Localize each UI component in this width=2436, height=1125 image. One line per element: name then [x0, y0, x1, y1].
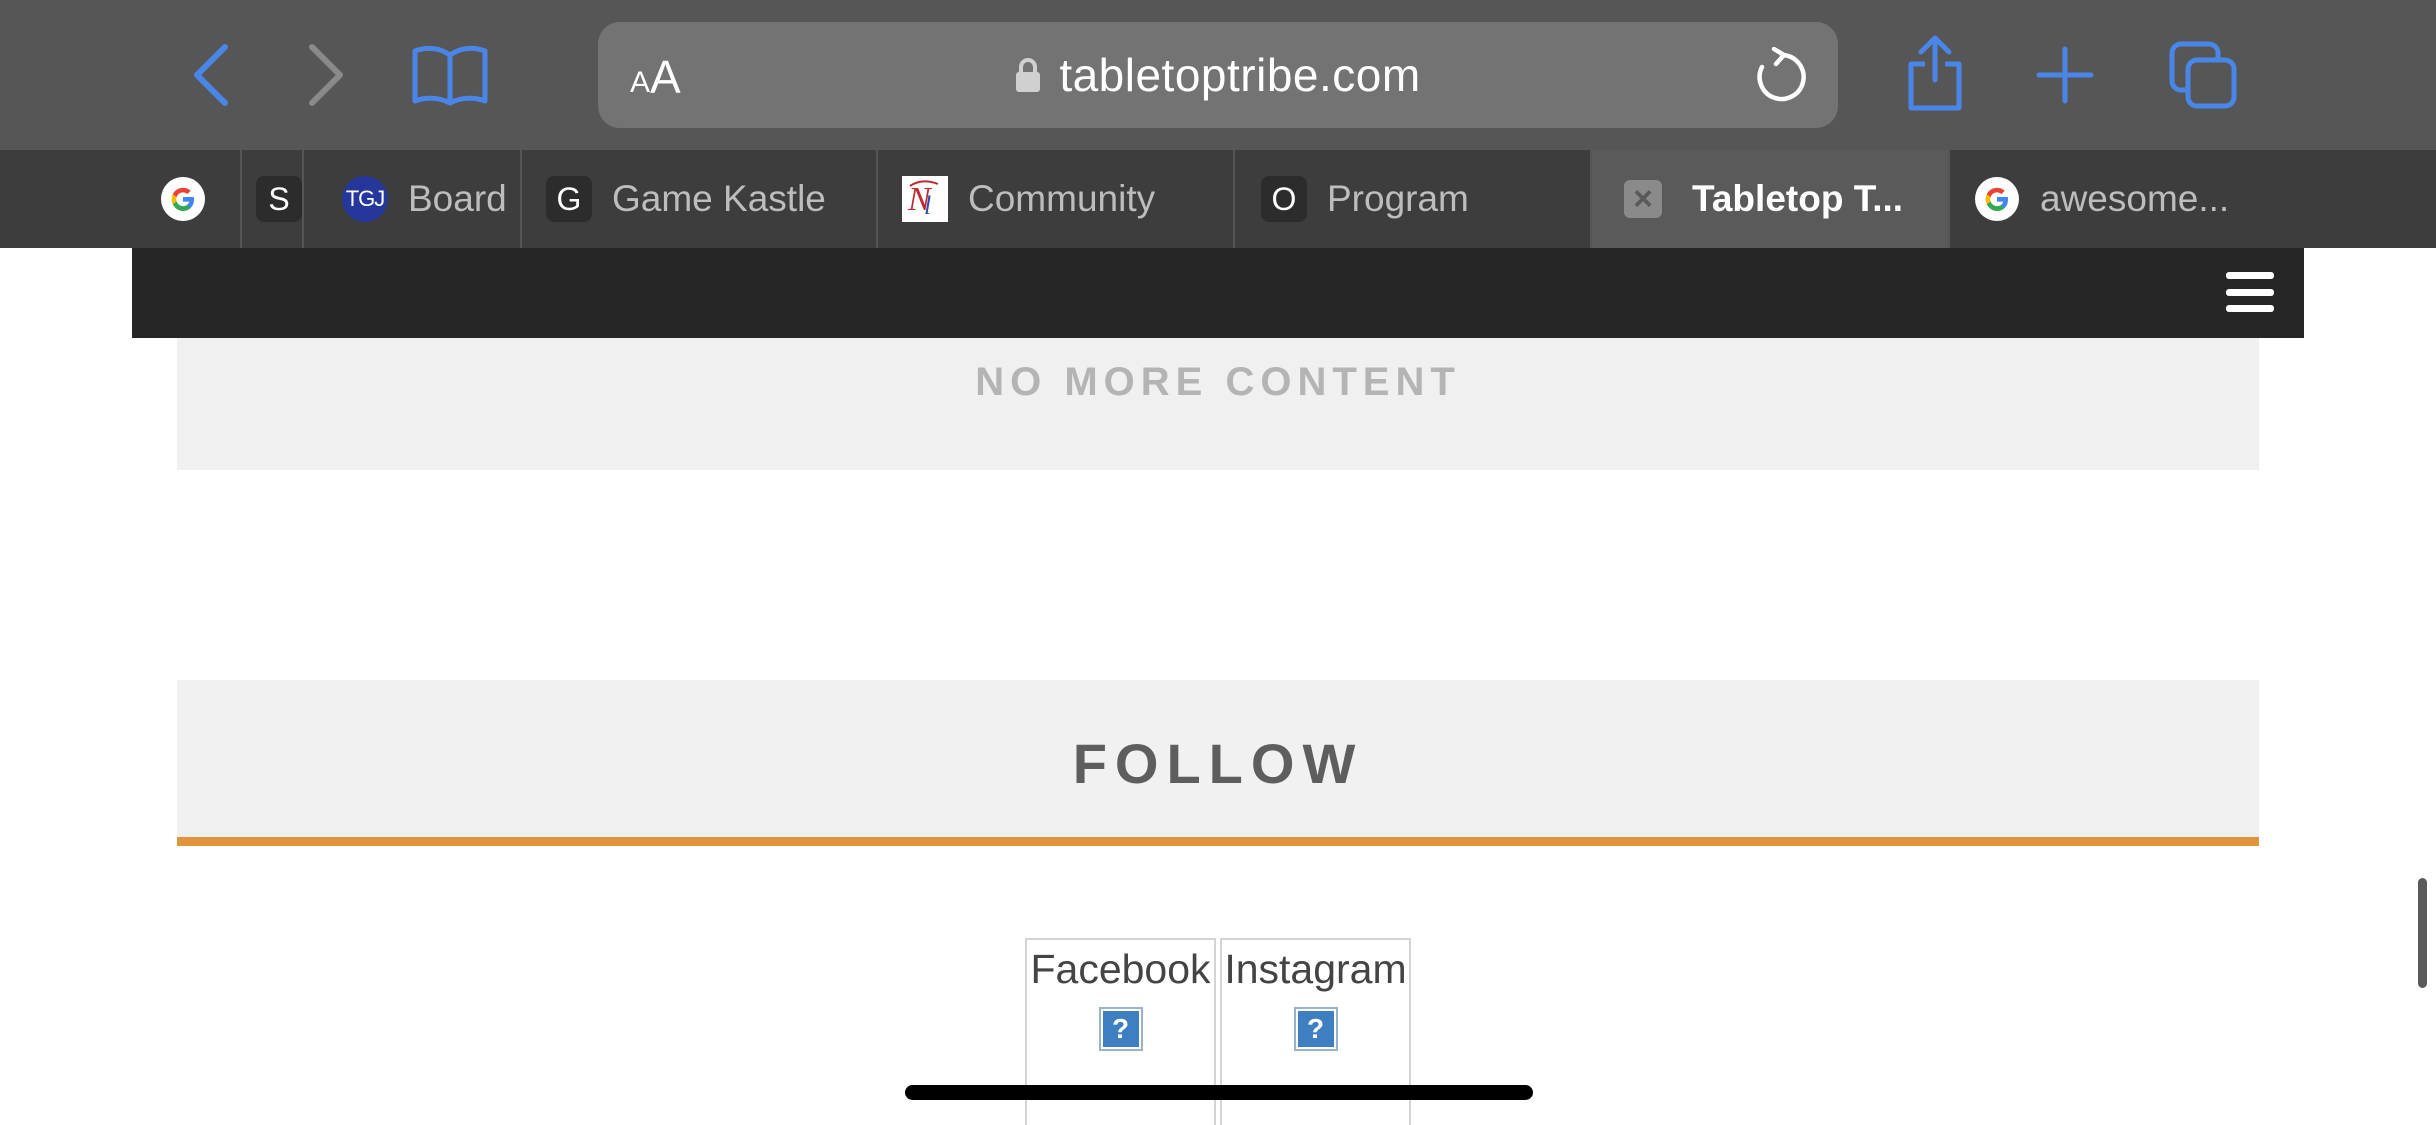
- no-more-content-text: NO MORE CONTENT: [975, 360, 1461, 404]
- tab-program[interactable]: O Program: [1233, 150, 1590, 248]
- close-tab-icon[interactable]: ×: [1624, 180, 1662, 218]
- browser-toolbar: A A tabletoptribe.com: [0, 0, 2436, 150]
- question-mark-glyph: ?: [1102, 1011, 1139, 1047]
- no-more-content-banner: NO MORE CONTENT: [177, 338, 2259, 470]
- follow-section-header: FOLLOW: [177, 680, 2259, 846]
- url-text: tabletoptribe.com: [1059, 49, 1421, 101]
- tab-google[interactable]: [0, 150, 240, 248]
- tab-s[interactable]: S: [240, 150, 302, 248]
- home-indicator[interactable]: [905, 1085, 1533, 1100]
- tab-favicon-o: O: [1261, 176, 1307, 222]
- tab-label: Board: [408, 178, 507, 219]
- url-display[interactable]: tabletoptribe.com: [598, 22, 1838, 128]
- tab-google-awesome[interactable]: awesome...: [1948, 150, 2436, 248]
- google-icon: [1974, 176, 2020, 222]
- tab-label: awesome...: [2040, 178, 2230, 219]
- follow-title: FOLLOW: [1072, 732, 1364, 795]
- plus-icon[interactable]: [2025, 35, 2105, 115]
- address-bar[interactable]: A A tabletoptribe.com: [598, 22, 1838, 128]
- broken-image-icon[interactable]: ?: [1293, 1007, 1338, 1051]
- forward-arrow-icon[interactable]: [295, 35, 357, 115]
- tab-label: Tabletop T...: [1692, 178, 1904, 219]
- reload-icon[interactable]: [1752, 46, 1808, 103]
- tab-favicon-g: G: [546, 176, 592, 222]
- svg-text:l: l: [924, 191, 931, 220]
- share-icon[interactable]: [1895, 28, 1975, 116]
- page-scrollbar[interactable]: [2418, 878, 2427, 988]
- tab-label: Game Kastle: [612, 178, 826, 219]
- tab-game-kastle[interactable]: G Game Kastle: [520, 150, 876, 248]
- back-arrow-icon[interactable]: [180, 35, 242, 115]
- site-header: [132, 248, 2304, 338]
- hamburger-menu-icon[interactable]: [2226, 268, 2274, 316]
- question-mark-glyph: ?: [1297, 1011, 1334, 1047]
- google-icon: [160, 176, 206, 222]
- lock-icon: [1015, 57, 1041, 93]
- tab-favicon-s: S: [256, 176, 302, 222]
- tabs-overview-icon[interactable]: [2160, 35, 2246, 115]
- instagram-label: Instagram: [1224, 946, 1407, 992]
- tab-label: Program: [1327, 178, 1469, 219]
- tab-label: Community: [968, 178, 1156, 219]
- facebook-label: Facebook: [1030, 946, 1211, 992]
- broken-image-icon[interactable]: ?: [1098, 1007, 1143, 1051]
- tab-tabletop-tribe[interactable]: × Tabletop T...: [1590, 150, 1948, 248]
- community-logo-icon: Nl: [902, 176, 948, 222]
- tab-community[interactable]: Nl Community: [876, 150, 1233, 248]
- tab-strip: S TGJ Board G Game Kastle Nl Community O…: [0, 150, 2436, 248]
- tab-favicon-tgj: TGJ: [342, 176, 388, 222]
- tab-board[interactable]: TGJ Board: [302, 150, 520, 248]
- bookmarks-book-icon[interactable]: [405, 35, 495, 115]
